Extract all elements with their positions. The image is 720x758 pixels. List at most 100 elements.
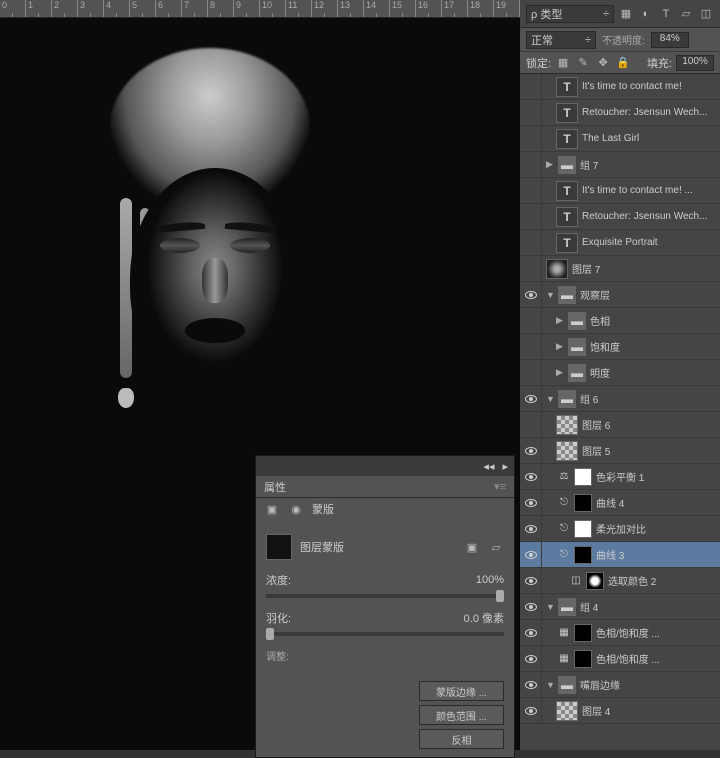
layer-name[interactable]: 色相 (590, 313, 716, 328)
disclosure-triangle[interactable]: ▼ (546, 290, 556, 300)
layer-name[interactable]: 明度 (590, 365, 716, 380)
close-icon[interactable]: ▸ (502, 460, 508, 473)
feather-slider[interactable] (266, 632, 504, 636)
lock-all-icon[interactable]: 🔒 (615, 55, 631, 71)
visibility-toggle[interactable] (520, 230, 542, 256)
layer-row[interactable]: ⎋柔光加对比 (520, 516, 720, 542)
layer-row[interactable]: ▶▬组 7 (520, 152, 720, 178)
lock-transparency-icon[interactable]: ▦ (555, 55, 571, 71)
visibility-toggle[interactable] (520, 178, 542, 204)
visibility-toggle[interactable] (520, 152, 542, 178)
layer-row[interactable]: ▼▬观察层 (520, 282, 720, 308)
visibility-toggle[interactable] (520, 594, 542, 620)
visibility-toggle[interactable] (520, 516, 542, 542)
vector-mask-icon[interactable]: ▱ (488, 539, 504, 555)
layer-name[interactable]: 曲线 4 (596, 495, 716, 510)
lock-pixels-icon[interactable]: ✎ (575, 55, 591, 71)
filter-adjust-icon[interactable]: ◐ (638, 6, 654, 22)
layer-name[interactable]: 图层 7 (572, 261, 716, 276)
layer-filter-select[interactable]: ρ 类型÷ (526, 5, 614, 23)
disclosure-triangle[interactable]: ▶ (556, 341, 566, 352)
visibility-toggle[interactable] (520, 386, 542, 412)
layer-name[interactable]: It's time to contact me! (582, 81, 716, 92)
layer-row[interactable]: 图层 4 (520, 698, 720, 724)
layer-name[interactable]: 图层 5 (582, 443, 716, 458)
visibility-toggle[interactable] (520, 438, 542, 464)
layer-name[interactable]: Retoucher: Jsensun Wech... (582, 211, 716, 222)
layer-name[interactable]: 饱和度 (590, 339, 716, 354)
visibility-toggle[interactable] (520, 204, 542, 230)
visibility-toggle[interactable] (520, 672, 542, 698)
layer-name[interactable]: 组 4 (580, 599, 716, 614)
filter-smart-icon[interactable]: ◫ (698, 6, 714, 22)
layer-row[interactable]: TThe Last Girl (520, 126, 720, 152)
layer-name[interactable]: 组 7 (580, 157, 716, 172)
lock-position-icon[interactable]: ✥ (595, 55, 611, 71)
visibility-toggle[interactable] (520, 360, 542, 386)
visibility-toggle[interactable] (520, 74, 542, 100)
visibility-toggle[interactable] (520, 412, 542, 438)
visibility-toggle[interactable] (520, 256, 542, 282)
visibility-toggle[interactable] (520, 620, 542, 646)
layer-row[interactable]: TIt's time to contact me! ... (520, 178, 720, 204)
layer-name[interactable]: Retoucher: Jsensun Wech... (582, 107, 716, 118)
disclosure-triangle[interactable]: ▼ (546, 680, 556, 690)
visibility-toggle[interactable] (520, 464, 542, 490)
layer-row[interactable]: ▶▬色相 (520, 308, 720, 334)
layer-row[interactable]: ▶▬明度 (520, 360, 720, 386)
visibility-toggle[interactable] (520, 308, 542, 334)
visibility-toggle[interactable] (520, 698, 542, 724)
layer-row[interactable]: ⎋曲线 4 (520, 490, 720, 516)
layer-name[interactable]: 组 6 (580, 391, 716, 406)
layer-row[interactable]: ▼▬组 6 (520, 386, 720, 412)
pixel-mask-icon[interactable]: ▣ (464, 539, 480, 555)
opacity-input[interactable]: 84% (651, 32, 689, 48)
layer-row[interactable]: ▶▬饱和度 (520, 334, 720, 360)
disclosure-triangle[interactable]: ▶ (556, 315, 566, 326)
layer-name[interactable]: The Last Girl (582, 133, 716, 144)
layer-name[interactable]: 图层 6 (582, 417, 716, 432)
layer-row[interactable]: TRetoucher: Jsensun Wech... (520, 100, 720, 126)
layer-name[interactable]: 柔光加对比 (596, 521, 716, 536)
feather-value[interactable]: 0.0 像素 (464, 610, 504, 626)
visibility-toggle[interactable] (520, 126, 542, 152)
color-range-button[interactable]: 颜色范围 ... (419, 705, 504, 725)
layer-row[interactable]: ⚖色彩平衡 1 (520, 464, 720, 490)
fill-input[interactable]: 100% (676, 55, 714, 71)
layer-row[interactable]: TRetoucher: Jsensun Wech... (520, 204, 720, 230)
layer-row[interactable]: ▦色相/饱和度 ... (520, 620, 720, 646)
density-slider[interactable] (266, 594, 504, 598)
visibility-toggle[interactable] (520, 282, 542, 308)
layer-name[interactable]: 曲线 3 (596, 547, 716, 562)
filter-shape-icon[interactable]: ▱ (678, 6, 694, 22)
visibility-toggle[interactable] (520, 334, 542, 360)
layer-row[interactable]: TExquisite Portrait (520, 230, 720, 256)
layer-row[interactable]: ▼▬嘴唇边缘 (520, 672, 720, 698)
layer-row[interactable]: ⎋曲线 3 (520, 542, 720, 568)
layer-row[interactable]: 图层 6 (520, 412, 720, 438)
layer-row[interactable]: TIt's time to contact me! (520, 74, 720, 100)
mask-density-icon[interactable]: ◉ (288, 501, 304, 517)
layer-name[interactable]: 色相/饱和度 ... (596, 651, 716, 666)
layer-name[interactable]: 选取颜色 2 (608, 573, 716, 588)
layer-name[interactable]: 色彩平衡 1 (596, 469, 716, 484)
mask-mode-icon[interactable]: ▣ (264, 501, 280, 517)
visibility-toggle[interactable] (520, 490, 542, 516)
disclosure-triangle[interactable]: ▼ (546, 394, 556, 404)
collapse-icon[interactable]: ◂◂ (483, 460, 494, 473)
layer-row[interactable]: 图层 7 (520, 256, 720, 282)
disclosure-triangle[interactable]: ▶ (546, 159, 556, 170)
disclosure-triangle[interactable]: ▼ (546, 602, 556, 612)
layer-name[interactable]: Exquisite Portrait (582, 237, 716, 248)
layer-name[interactable]: 观察层 (580, 287, 716, 302)
panel-menu-icon[interactable]: ▾≡ (494, 480, 506, 493)
layers-list[interactable]: TIt's time to contact me!TRetoucher: Jse… (520, 74, 720, 750)
layer-row[interactable]: 图层 5 (520, 438, 720, 464)
properties-tab[interactable]: 属性 (264, 479, 286, 495)
layer-name[interactable]: 图层 4 (582, 703, 716, 718)
disclosure-triangle[interactable]: ▶ (556, 367, 566, 378)
layer-name[interactable]: 色相/饱和度 ... (596, 625, 716, 640)
blend-mode-select[interactable]: 正常÷ (526, 31, 596, 49)
layer-name[interactable]: 嘴唇边缘 (580, 677, 716, 692)
density-value[interactable]: 100% (476, 574, 504, 586)
